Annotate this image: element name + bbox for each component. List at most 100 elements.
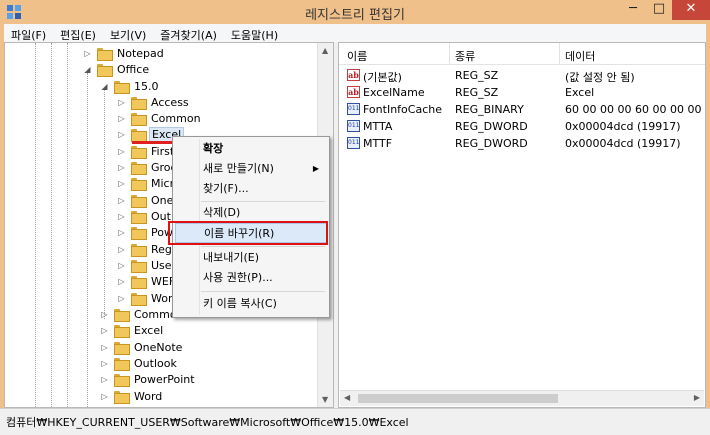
binary-value-icon: 011: [347, 137, 360, 149]
maximize-button[interactable]: □: [646, 0, 672, 20]
menu-item-label: 내보내기(E): [203, 251, 260, 264]
table-row[interactable]: 011 MTTF REG_DWORD 0x00004dcd (19917): [339, 135, 705, 152]
expand-arrow-icon[interactable]: ▷: [117, 261, 126, 270]
tree-node[interactable]: ▷ OneNote: [100, 339, 184, 355]
expand-arrow-icon[interactable]: ▷: [117, 228, 126, 237]
table-row[interactable]: 011 FontInfoCache REG_BINARY 60 00 00 00…: [339, 101, 705, 118]
tree-node[interactable]: ▷ Pow: [117, 224, 175, 240]
tree-guide-line: [67, 43, 68, 407]
tree-node-label: Common: [151, 111, 201, 125]
column-divider[interactable]: [559, 43, 560, 64]
minimize-button[interactable]: ─: [620, 0, 646, 20]
column-header-name[interactable]: 이름: [347, 48, 367, 64]
collapse-arrow-icon[interactable]: ◢: [100, 82, 109, 91]
tree-node[interactable]: ▷ OneI: [117, 192, 179, 208]
tree-node-label: Outlook: [134, 356, 177, 370]
tree-node[interactable]: ▷ Access: [117, 94, 191, 110]
title-bar: 레지스트리 편집기 ─ □ ✕: [0, 0, 710, 24]
folder-icon: [114, 373, 130, 387]
expand-arrow-icon[interactable]: ▷: [117, 196, 126, 205]
list-horizontal-scrollbar[interactable]: ◀ ▶: [340, 390, 704, 406]
tree-node[interactable]: ▷ Outlook: [100, 355, 179, 371]
table-row[interactable]: ab (기본값) REG_SZ (값 설정 안 됨): [339, 67, 705, 84]
tree-node[interactable]: ◢ Office: [83, 61, 151, 77]
value-name: FontInfoCache: [363, 103, 442, 116]
main-area: ▷ Notepad ◢ Office ◢ 15.0 ▷ Access ▷ Com…: [4, 42, 706, 408]
menu-item-find[interactable]: 찾기(F)...: [175, 179, 327, 199]
folder-icon: [131, 210, 147, 224]
menu-item-label: 삭제(D): [203, 206, 241, 219]
expand-arrow-icon[interactable]: ▷: [83, 49, 92, 58]
expand-arrow-icon[interactable]: ▷: [100, 343, 109, 352]
tree-node[interactable]: ▷ Common: [117, 110, 203, 126]
menu-item-delete[interactable]: 삭제(D): [175, 203, 327, 223]
menu-item-new[interactable]: 새로 만들기(N) ▶: [175, 159, 327, 179]
tree-node-label: Notepad: [117, 46, 164, 60]
tree-node[interactable]: ▷ Excel: [100, 322, 165, 338]
expand-arrow-icon[interactable]: ▷: [117, 245, 126, 254]
expand-arrow-icon[interactable]: ▷: [117, 212, 126, 221]
tree-node-label: OneNote: [134, 340, 183, 354]
column-header-type[interactable]: 종류: [455, 48, 475, 64]
collapse-arrow-icon[interactable]: ◢: [83, 65, 92, 74]
menu-edit[interactable]: 편집(E): [53, 24, 103, 42]
menu-view[interactable]: 보기(V): [103, 24, 153, 42]
expand-arrow-icon[interactable]: ▷: [117, 294, 126, 303]
menu-help[interactable]: 도움말(H): [224, 24, 285, 42]
folder-icon: [114, 390, 130, 404]
expand-arrow-icon[interactable]: ▷: [100, 326, 109, 335]
submenu-arrow-icon: ▶: [312, 164, 319, 173]
menu-divider: [201, 246, 325, 247]
close-button[interactable]: ✕: [672, 0, 710, 20]
expand-arrow-icon[interactable]: ▷: [100, 375, 109, 384]
scroll-left-icon[interactable]: ◀: [344, 393, 350, 402]
menu-item-label: 찾기(F)...: [203, 182, 249, 195]
tree-node[interactable]: ▷ WEF: [117, 273, 177, 289]
expand-arrow-icon[interactable]: ▷: [100, 392, 109, 401]
expand-arrow-icon[interactable]: ▷: [117, 277, 126, 286]
column-header-data[interactable]: 데이터: [565, 48, 595, 64]
folder-icon: [114, 341, 130, 355]
tree-guide-line: [51, 43, 52, 407]
tree-node[interactable]: ▷ First: [117, 143, 176, 159]
menu-divider: [201, 291, 325, 292]
menu-item-export[interactable]: 내보내기(E): [175, 248, 327, 268]
tree-node-label: Access: [151, 95, 189, 109]
tree-node[interactable]: ▷ Micr: [117, 175, 176, 191]
value-type: REG_BINARY: [455, 103, 524, 116]
expand-arrow-icon[interactable]: ▷: [117, 98, 126, 107]
table-row[interactable]: 011 MTTA REG_DWORD 0x00004dcd (19917): [339, 118, 705, 135]
table-row[interactable]: ab ExcelName REG_SZ Excel: [339, 84, 705, 101]
menu-item-permissions[interactable]: 사용 권한(P)...: [175, 268, 327, 288]
expand-arrow-icon[interactable]: ▷: [100, 359, 109, 368]
value-data: 0x00004dcd (19917): [565, 120, 681, 133]
value-type: REG_DWORD: [455, 137, 528, 150]
tree-node[interactable]: ▷ Notepad: [83, 45, 166, 61]
scroll-down-icon[interactable]: ▼: [322, 395, 328, 404]
menu-item-expand[interactable]: 확장: [175, 139, 327, 159]
expand-arrow-icon[interactable]: ▷: [117, 179, 126, 188]
menu-favorites[interactable]: 즐겨찾기(A): [153, 24, 224, 42]
scroll-right-icon[interactable]: ▶: [694, 393, 700, 402]
expand-arrow-icon[interactable]: ▷: [117, 114, 126, 123]
menu-item-copy-key-name[interactable]: 키 이름 복사(C): [175, 294, 327, 314]
tree-node[interactable]: ▷ Groo: [117, 159, 179, 175]
expand-arrow-icon[interactable]: ▷: [117, 130, 126, 139]
expand-arrow-icon[interactable]: ▷: [117, 147, 126, 156]
tree-node-label: PowerPoint: [134, 372, 195, 386]
scroll-thumb[interactable]: [358, 394, 558, 403]
tree-node[interactable]: ▷ User: [117, 257, 178, 273]
folder-icon: [131, 145, 147, 159]
scroll-up-icon[interactable]: ▲: [322, 46, 328, 55]
tree-node[interactable]: ◢ 15.0: [100, 78, 161, 94]
folder-icon: [131, 259, 147, 273]
tree-guide-line: [87, 73, 88, 407]
tree-node[interactable]: ▷ Word: [100, 388, 164, 404]
expand-arrow-icon[interactable]: ▷: [100, 310, 109, 319]
expand-arrow-icon[interactable]: ▷: [117, 163, 126, 172]
menu-file[interactable]: 파일(F): [4, 24, 53, 42]
folder-icon: [114, 80, 130, 94]
values-list-pane[interactable]: 이름 종류 데이터 ab (기본값) REG_SZ (값 설정 안 됨) ab …: [338, 42, 706, 408]
column-divider[interactable]: [449, 43, 450, 64]
tree-node[interactable]: ▷ PowerPoint: [100, 371, 197, 387]
